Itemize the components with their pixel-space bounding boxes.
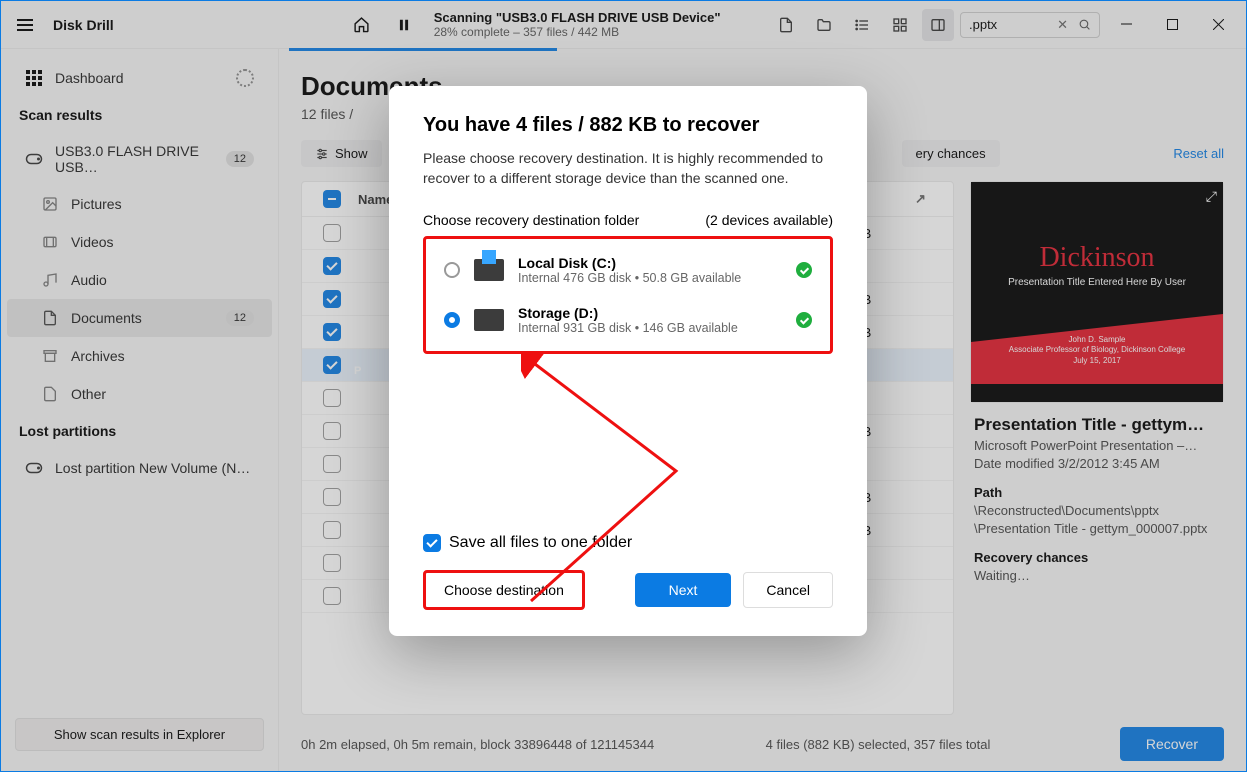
device-sub: Internal 476 GB disk • 50.8 GB available xyxy=(518,271,741,285)
device-storage-d[interactable]: Storage (D:) Internal 931 GB disk • 146 … xyxy=(426,295,830,345)
modal-title: You have 4 files / 882 KB to recover xyxy=(423,114,833,137)
device-local-disk-c[interactable]: Local Disk (C:) Internal 476 GB disk • 5… xyxy=(426,245,830,295)
radio-selected[interactable] xyxy=(444,312,460,328)
device-sub: Internal 931 GB disk • 146 GB available xyxy=(518,321,738,335)
radio-unselected[interactable] xyxy=(444,262,460,278)
choose-folder-label: Choose recovery destination folder xyxy=(423,212,639,228)
save-all-label: Save all files to one folder xyxy=(449,534,632,552)
device-title: Local Disk (C:) xyxy=(518,255,741,271)
status-ok-icon xyxy=(796,312,812,328)
status-ok-icon xyxy=(796,262,812,278)
disk-icon xyxy=(474,309,504,331)
save-all-checkbox[interactable] xyxy=(423,534,441,552)
disk-icon xyxy=(474,259,504,281)
device-title: Storage (D:) xyxy=(518,305,738,321)
devices-available-label: (2 devices available) xyxy=(705,212,833,228)
device-list: Local Disk (C:) Internal 476 GB disk • 5… xyxy=(423,236,833,354)
recovery-destination-modal: You have 4 files / 882 KB to recover Ple… xyxy=(389,86,867,636)
cancel-button[interactable]: Cancel xyxy=(743,572,833,608)
next-button[interactable]: Next xyxy=(635,573,732,607)
modal-description: Please choose recovery destination. It i… xyxy=(423,149,833,188)
choose-destination-button[interactable]: Choose destination xyxy=(423,570,585,610)
